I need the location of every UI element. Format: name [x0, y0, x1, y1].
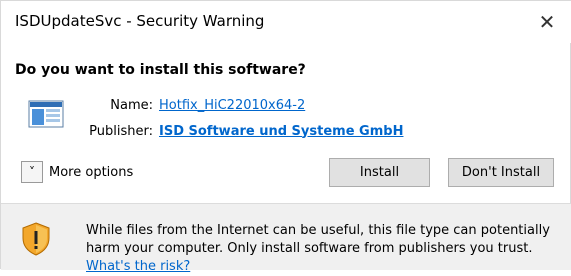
software-details: Name: Hotfix_HiC22010x64-2 Publisher: IS… — [87, 95, 403, 141]
name-label: Name: — [110, 97, 153, 113]
more-options[interactable]: ˅ More options — [21, 161, 133, 183]
title-bar: ISDUpdateSvc - Security Warning ✕ — [1, 1, 571, 43]
software-name-link[interactable]: Hotfix_HiC22010x64-2 — [159, 98, 305, 113]
warning-text-block: While files from the Internet can be use… — [86, 222, 566, 276]
publisher-row: Publisher: ISD Software und Systeme GmbH — [87, 121, 403, 141]
shield-warning-icon — [22, 222, 50, 256]
install-button[interactable]: Install — [329, 158, 430, 187]
window-title: ISDUpdateSvc - Security Warning — [15, 12, 265, 30]
more-options-label: More options — [49, 164, 134, 180]
whats-the-risk-link[interactable]: What's the risk? — [86, 259, 190, 274]
publisher-link[interactable]: ISD Software und Systeme GmbH — [159, 124, 403, 139]
installer-window-icon — [28, 100, 64, 128]
dont-install-button[interactable]: Don't Install — [448, 158, 554, 187]
chevron-down-icon: ˅ — [29, 165, 35, 179]
security-warning-dialog: ISDUpdateSvc - Security Warning ✕ Do you… — [0, 0, 571, 274]
name-row: Name: Hotfix_HiC22010x64-2 — [87, 95, 403, 115]
warning-text: While files from the Internet can be use… — [86, 223, 550, 256]
close-button[interactable]: ✕ — [534, 9, 560, 35]
warning-footer: While files from the Internet can be use… — [1, 203, 571, 274]
close-icon: ✕ — [538, 10, 556, 34]
install-question: Do you want to install this software? — [15, 62, 306, 78]
publisher-label: Publisher: — [89, 123, 153, 139]
more-options-expand-button[interactable]: ˅ — [21, 161, 43, 183]
